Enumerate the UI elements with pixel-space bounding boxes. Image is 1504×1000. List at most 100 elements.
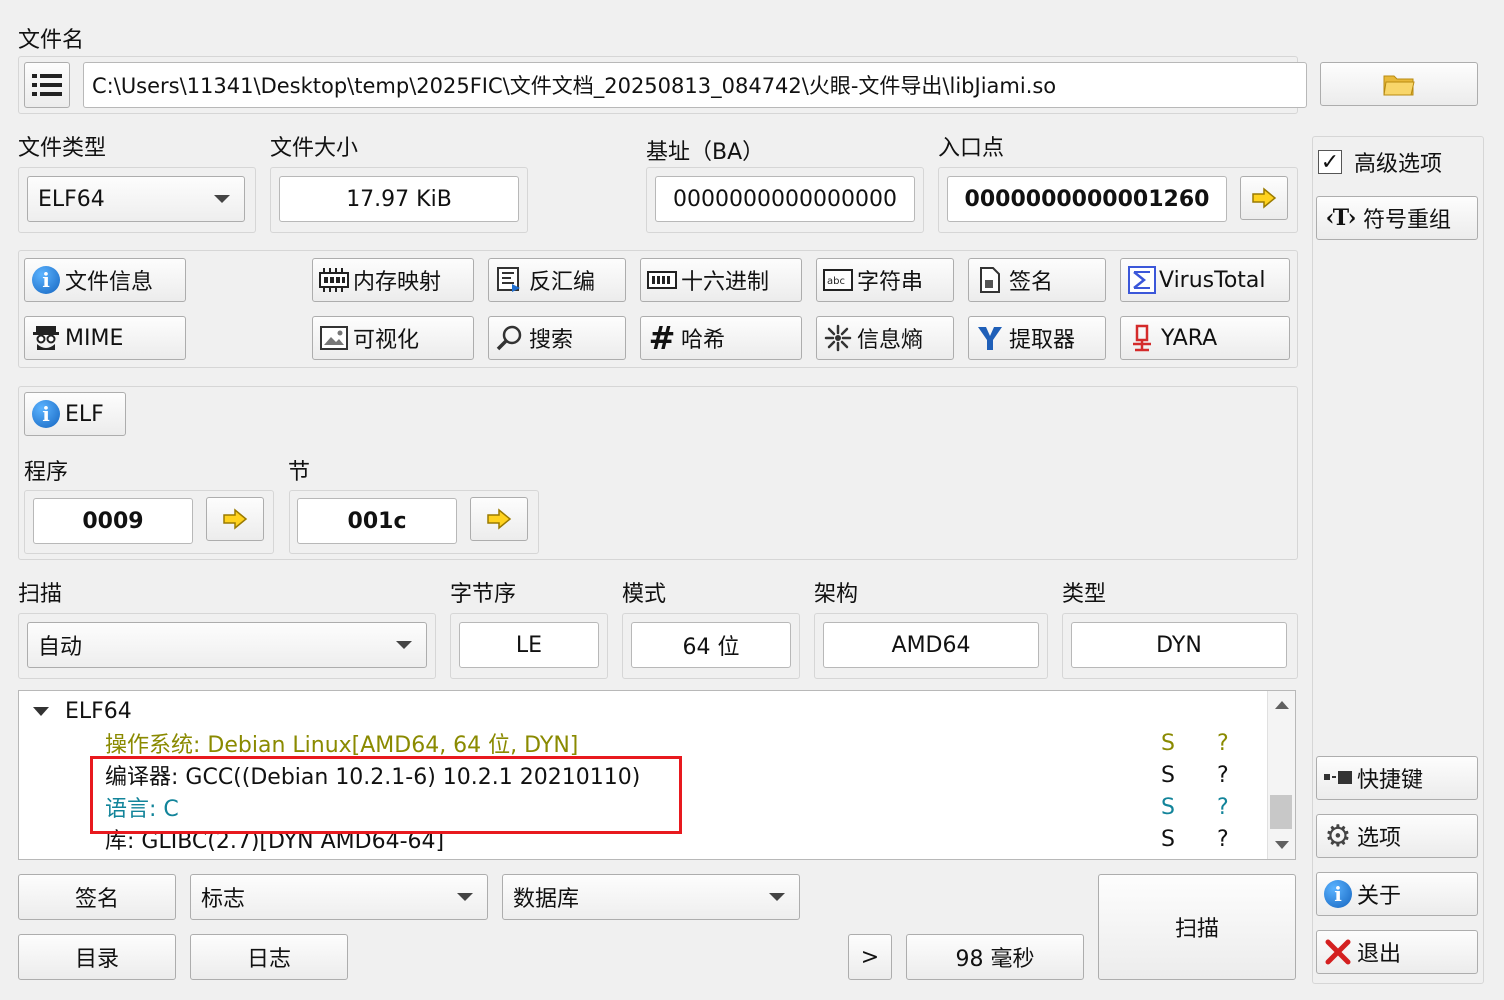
search-icon — [496, 325, 522, 351]
file-type-select[interactable]: ELF64 — [27, 176, 245, 222]
hex-label: 十六进制 — [681, 270, 770, 295]
visualize-label: 可视化 — [353, 328, 420, 353]
options-label: 选项 — [1357, 826, 1402, 851]
virustotal-label: VirusTotal — [1159, 267, 1266, 293]
chevron-down-icon — [396, 641, 412, 649]
memory-map-button[interactable]: 内存映射 — [312, 258, 474, 302]
compiler-s-flag: S — [1161, 762, 1175, 788]
exit-label: 退出 — [1357, 942, 1402, 967]
flags-select[interactable]: 标志 — [190, 874, 488, 920]
compiler-detect-text: 编译器: GCC((Debian 10.2.1-6) 10.2.1 202101… — [105, 765, 641, 790]
advanced-checkbox[interactable]: ✓ 高级选项 — [1318, 146, 1442, 178]
hex-button[interactable]: 十六进制 — [640, 258, 802, 302]
os-q-flag: ? — [1217, 730, 1229, 756]
file-menu-button[interactable] — [24, 62, 70, 108]
svg-text:abc: abc — [827, 276, 845, 287]
tree-row-library[interactable]: 库: GLIBC(2.7)[DYN AMD64-64] S ? — [19, 823, 1269, 855]
mode-label: 模式 — [622, 582, 667, 607]
options-button[interactable]: ⚙ 选项 — [1316, 814, 1478, 858]
file-type-value: ELF64 — [38, 186, 105, 212]
section-go-button[interactable] — [470, 497, 528, 541]
yara-icon — [1133, 324, 1151, 352]
visualize-button[interactable]: 可视化 — [312, 316, 474, 360]
more-button[interactable]: > — [848, 934, 892, 980]
shortcuts-button[interactable]: 快捷键 — [1316, 756, 1478, 800]
language-detect-text: 语言: C — [105, 797, 179, 822]
disasm-button[interactable]: 反汇编 — [488, 258, 626, 302]
program-label: 程序 — [24, 460, 69, 485]
log-button[interactable]: 日志 — [190, 934, 348, 980]
entry-point-label: 入口点 — [938, 136, 1005, 161]
signature-button[interactable]: 签名 — [18, 874, 176, 920]
bits-value: 64 位 — [631, 622, 791, 668]
exit-button[interactable]: 退出 — [1316, 930, 1478, 974]
file-size-label: 文件大小 — [270, 136, 359, 161]
tree-root[interactable]: ELF64 — [19, 695, 1269, 727]
file-path-input[interactable]: C:\Users\11341\Desktop\temp\2025FIC\文件文档… — [83, 62, 1307, 108]
elf-button[interactable]: i ELF — [24, 392, 126, 436]
scroll-down-icon[interactable] — [1275, 841, 1289, 849]
scroll-thumb[interactable] — [1270, 795, 1292, 829]
file-type-label: 文件类型 — [18, 136, 107, 161]
hash-button[interactable]: # 哈希 — [640, 316, 802, 360]
database-select[interactable]: 数据库 — [502, 874, 800, 920]
tree-row-os[interactable]: 操作系统: Debian Linux[AMD64, 64 位, DYN] S ? — [19, 727, 1269, 759]
yara-label: YARA — [1161, 325, 1218, 351]
virustotal-icon — [1128, 266, 1156, 294]
strings-button[interactable]: abc 字符串 — [816, 258, 954, 302]
scroll-up-icon[interactable] — [1275, 701, 1289, 709]
entry-point-value: 0000000000001260 — [947, 176, 1227, 222]
mime-label: MIME — [65, 325, 124, 351]
extractor-button[interactable]: 提取器 — [968, 316, 1106, 360]
entry-go-button[interactable] — [1240, 176, 1288, 220]
elf-label: ELF — [65, 401, 104, 427]
elapsed-time-display: 98 毫秒 — [906, 934, 1084, 980]
mime-button[interactable]: MIME — [24, 316, 186, 360]
image-icon — [320, 326, 348, 350]
disasm-label: 反汇编 — [529, 270, 596, 295]
symbol-regroup-button[interactable]: ‹T› 符号重组 — [1316, 196, 1478, 240]
arrow-right-icon — [487, 508, 512, 530]
advanced-label: 高级选项 — [1354, 152, 1443, 177]
close-icon — [1325, 939, 1351, 965]
search-label: 搜索 — [529, 328, 574, 353]
virustotal-button[interactable]: VirusTotal — [1120, 258, 1290, 302]
arrow-right-icon — [223, 508, 248, 530]
section-label: 节 — [288, 460, 311, 485]
base-address-value: 0000000000000000 — [655, 176, 915, 222]
signature-tool-label: 签名 — [1009, 270, 1054, 295]
scan-button[interactable]: 扫描 — [1098, 874, 1296, 980]
hash-icon: # — [648, 319, 676, 357]
program-count-value: 0009 — [33, 498, 193, 544]
info-icon: i — [32, 400, 60, 428]
arch-value: AMD64 — [823, 622, 1039, 668]
info-icon: i — [1324, 880, 1352, 908]
yara-button[interactable]: YARA — [1120, 316, 1290, 360]
library-detect-text: 库: GLIBC(2.7)[DYN AMD64-64] — [105, 829, 445, 854]
flags-value: 标志 — [201, 887, 246, 912]
about-button[interactable]: i 关于 — [1316, 872, 1478, 916]
entropy-button[interactable]: 信息熵 — [816, 316, 954, 360]
entropy-icon — [824, 324, 852, 352]
chevron-down-icon — [457, 893, 473, 901]
entropy-label: 信息熵 — [857, 328, 924, 353]
disassembly-icon — [497, 267, 520, 292]
expand-icon[interactable] — [33, 707, 49, 716]
shortcut-icon — [1324, 771, 1352, 784]
tree-row-language[interactable]: 语言: C S ? — [19, 791, 1269, 823]
arch-label: 架构 — [814, 582, 859, 607]
file-info-button[interactable]: i 文件信息 — [24, 258, 186, 302]
chevron-down-icon — [769, 893, 785, 901]
program-go-button[interactable] — [206, 497, 264, 541]
open-file-button[interactable] — [1320, 62, 1478, 106]
tree-row-compiler[interactable]: 编译器: GCC((Debian 10.2.1-6) 10.2.1 202101… — [19, 759, 1269, 791]
directory-button[interactable]: 目录 — [18, 934, 176, 980]
results-scrollbar[interactable] — [1267, 691, 1295, 859]
scan-mode-select[interactable]: 自动 — [27, 622, 427, 668]
signature-tool-button[interactable]: 签名 — [968, 258, 1106, 302]
results-tree[interactable]: ELF64 操作系统: Debian Linux[AMD64, 64 位, DY… — [18, 690, 1296, 860]
shortcuts-label: 快捷键 — [1357, 768, 1424, 793]
search-button[interactable]: 搜索 — [488, 316, 626, 360]
symbol-regroup-label: 符号重组 — [1363, 208, 1452, 233]
os-s-flag: S — [1161, 730, 1175, 756]
